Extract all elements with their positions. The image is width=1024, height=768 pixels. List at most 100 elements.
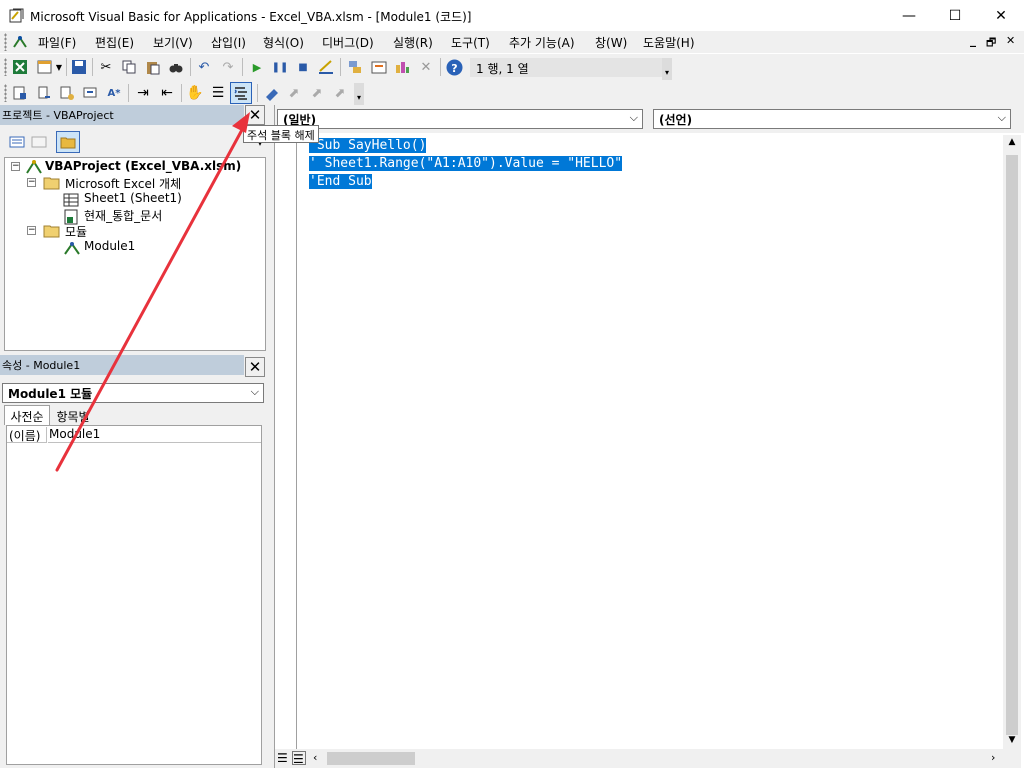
tree-sheet1-label[interactable]: Sheet1 (Sheet1) [84,191,182,205]
tree-module1-label[interactable]: Module1 [84,239,135,253]
paste-icon[interactable] [143,57,163,77]
menu-format[interactable]: 형식(O) [263,34,304,51]
tree-workbook-label[interactable]: 현재_통합_문서 [84,207,162,224]
menu-run[interactable]: 실행(R) [393,34,433,51]
close-button[interactable]: ✕ [978,0,1024,31]
list-properties-icon[interactable] [10,83,30,103]
insert-userform-icon[interactable] [35,57,55,77]
module-icon [64,242,80,255]
quick-info-icon[interactable] [57,83,77,103]
maximize-button[interactable]: ☐ [932,0,978,31]
tree-excel-objects-label[interactable]: Microsoft Excel 개체 [65,175,181,192]
excel-view-icon[interactable] [10,57,30,77]
edit-toolbar-overflow-icon[interactable]: ▾ [354,83,364,105]
menu-view[interactable]: 보기(V) [153,34,193,51]
tab-categorized[interactable]: 항목별 [52,405,94,425]
scroll-up-icon[interactable]: ▲ [1003,137,1021,151]
toolbar-overflow-icon[interactable]: ▾ [662,58,672,80]
horizontal-scrollbar[interactable]: ☰ ☰ ‹ › [275,749,1021,768]
insert-dropdown-arrow-icon[interactable]: ▼ [54,57,64,77]
list-constants-icon[interactable] [34,83,54,103]
complete-word-icon[interactable]: A* [104,83,124,103]
vertical-scroll-thumb[interactable] [1006,155,1018,735]
menu-addins[interactable]: 추가 기능(A) [509,34,575,51]
toggle-bookmark-icon[interactable] [262,83,282,103]
next-bookmark-icon[interactable]: ⬈ [284,83,304,103]
previous-bookmark-icon[interactable]: ⬈ [307,83,327,103]
menu-help[interactable]: 도움말(H) [643,34,695,51]
redo-icon[interactable]: ↷ [218,57,238,77]
doc-close-button[interactable]: ✕ [1006,34,1015,47]
parameter-info-icon[interactable] [80,83,100,103]
tree-modules-label[interactable]: 모듈 [65,223,87,240]
menu-tools[interactable]: 도구(T) [451,34,490,51]
vba-menu-icon[interactable] [12,34,28,50]
full-module-view-icon[interactable]: ☰ [292,751,306,766]
doc-minimize-button[interactable]: _ [970,33,976,47]
vertical-scrollbar[interactable]: ▲ ▼ [1003,135,1021,749]
save-icon[interactable] [69,57,89,77]
modules-folder-icon [43,225,60,238]
project-explorer-icon[interactable] [345,57,365,77]
toggle-folders-icon[interactable] [56,131,80,153]
project-pane-close-button[interactable]: ✕ [245,105,265,125]
object-combo-chevron-icon: ⌵ [629,111,638,124]
project-pane: 프로젝트 - VBAProject ✕ − VBAProject (Excel_… [0,105,270,353]
run-icon[interactable]: ▶ [247,57,267,77]
properties-pane-close-button[interactable]: ✕ [245,357,265,377]
indent-icon[interactable]: ⇥ [133,83,153,103]
object-browser-icon[interactable] [392,57,412,77]
procedure-combo-chevron-icon: ⌵ [997,111,1006,124]
help-icon[interactable]: ? [444,57,464,77]
procedure-view-icon[interactable]: ☰ [277,751,291,765]
menu-insert[interactable]: 삽입(I) [211,34,246,51]
project-pane-title: 프로젝트 - VBAProject [0,105,244,125]
vba-project-icon [26,160,42,174]
tooltip: 주석 블록 해제 [243,125,319,143]
view-code-icon[interactable] [8,133,26,151]
toolbox-icon[interactable]: ✕ [416,57,436,77]
copy-icon[interactable] [119,57,139,77]
minimize-button[interactable]: — [886,0,932,31]
reset-icon[interactable]: ■ [293,57,313,77]
horizontal-scroll-thumb[interactable] [327,752,415,765]
tree-root-label[interactable]: VBAProject (Excel_VBA.xlsm) [45,159,241,173]
menu-debug[interactable]: 디버그(D) [322,34,374,51]
uncomment-block-icon[interactable] [230,82,252,104]
tree-collapse-modules-icon[interactable]: − [27,226,36,235]
view-object-icon[interactable] [30,133,48,151]
outdent-icon[interactable]: ⇤ [157,83,177,103]
code-editor[interactable]: 'Sub SayHello() ' Sheet1.Range("A1:A10")… [309,137,623,191]
scroll-left-icon[interactable]: ‹ [313,751,317,764]
margin-indicator-bar[interactable] [275,133,297,749]
tree-collapse-root-icon[interactable]: − [11,162,20,171]
code-line-3[interactable]: 'End Sub [309,174,372,189]
menu-window[interactable]: 창(W) [595,34,627,51]
code-line-2[interactable]: ' Sheet1.Range("A1:A10").Value = "HELLO" [309,156,623,171]
folder-open-icon [43,177,60,190]
project-tree: − VBAProject (Excel_VBA.xlsm) − Microsof… [4,157,266,351]
code-line-1[interactable]: 'Sub SayHello() [309,138,427,153]
sheet-icon [63,193,79,207]
find-icon[interactable] [166,57,186,77]
procedure-combo[interactable]: (선언) ⌵ [653,109,1011,129]
scroll-down-icon[interactable]: ▼ [1003,735,1021,749]
properties-object-combo[interactable]: Module1 모듈 ⌵ [2,383,264,403]
properties-window-icon[interactable] [369,57,389,77]
cut-icon[interactable]: ✂ [96,57,116,77]
undo-icon[interactable]: ↶ [194,57,214,77]
prop-value-cell[interactable]: Module1 [48,427,261,443]
object-combo[interactable]: (일반) ⌵ [277,109,643,129]
toggle-breakpoint-icon[interactable]: ✋ [185,83,205,103]
scroll-right-icon[interactable]: › [991,751,995,764]
menu-file[interactable]: 파일(F) [38,34,76,51]
tab-alphabetic[interactable]: 사전순 [4,405,50,425]
edit-toolbar: A* ⇥ ⇤ ✋ ☰ ⬈ ⬈ ⬈ ▾ [0,81,1024,106]
doc-restore-button[interactable]: 🗗 [986,34,996,53]
clear-bookmarks-icon[interactable]: ⬈ [330,83,350,103]
break-icon[interactable]: ❚❚ [270,57,290,77]
comment-block-icon[interactable]: ☰ [208,83,228,103]
design-mode-icon[interactable] [316,57,336,77]
tree-collapse-excel-icon[interactable]: − [27,178,36,187]
menu-edit[interactable]: 편집(E) [95,34,134,51]
